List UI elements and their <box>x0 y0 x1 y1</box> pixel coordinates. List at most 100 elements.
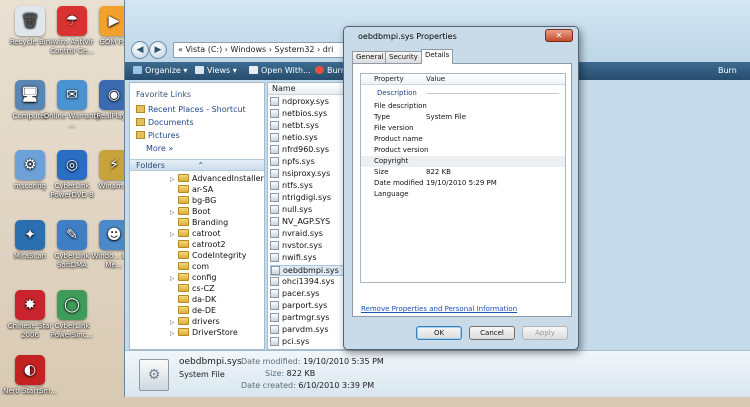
file-item[interactable]: ntrigdigi.sys <box>270 193 350 204</box>
folder-item[interactable]: de-DE <box>170 306 216 317</box>
computer-icon: 🖥 <box>15 80 45 110</box>
remove-properties-link[interactable]: Remove Properties and Personal Informati… <box>361 305 517 313</box>
tab-security[interactable]: Security <box>385 51 422 63</box>
file-item[interactable]: parport.sys <box>270 301 350 312</box>
organize-button[interactable]: Organize ▾ <box>133 66 187 75</box>
folder-icon <box>136 105 145 113</box>
file-item[interactable]: ntfs.sys <box>270 181 350 192</box>
column-header-property[interactable]: Property <box>374 74 404 84</box>
fav-link-pictures[interactable]: Pictures <box>136 131 180 140</box>
file-item[interactable]: pci.sys <box>270 337 350 348</box>
details-size-value: 822 KB <box>286 369 316 378</box>
folder-icon <box>178 185 189 193</box>
system-file-icon <box>270 157 279 166</box>
folder-item[interactable]: ▷ AdvancedInstallers <box>170 174 264 185</box>
property-row[interactable]: Language <box>361 189 565 200</box>
folder-item[interactable]: Branding <box>170 218 228 229</box>
details-size-label: Size: <box>265 369 285 378</box>
file-item[interactable]: pacer.sys <box>270 289 350 300</box>
folder-item[interactable]: bg-BG <box>170 196 216 207</box>
property-row-highlighted[interactable]: Copyright <box>361 156 565 167</box>
file-item[interactable]: netbt.sys <box>270 121 350 132</box>
desktop-icon-nero[interactable]: ◐ Nero StartSm... <box>0 355 60 396</box>
file-item[interactable]: ohci1394.sys <box>270 277 350 288</box>
column-header-value[interactable]: Value <box>426 74 445 84</box>
file-item[interactable]: ndproxy.sys <box>270 97 350 108</box>
fav-link-documents[interactable]: Documents <box>136 118 194 127</box>
folder-item[interactable]: da-DK <box>170 295 216 306</box>
file-item[interactable]: nwifi.sys <box>270 253 350 264</box>
file-item[interactable]: nsiproxy.sys <box>270 169 350 180</box>
expand-arrow-icon: ▷ <box>170 319 175 326</box>
details-created-label: Date created: <box>241 381 296 390</box>
file-item[interactable]: NV_AGP.SYS <box>270 217 350 228</box>
folder-icon <box>178 218 189 226</box>
file-item[interactable]: null.sys <box>270 205 350 216</box>
back-button[interactable]: ◀ <box>131 41 149 59</box>
file-list-pane: Name ndproxy.sys netbios.sys netbt.sys n… <box>267 82 351 350</box>
folder-icon <box>178 251 189 259</box>
column-header-name[interactable]: Name <box>268 83 350 95</box>
burn-button[interactable]: Burn <box>315 66 346 75</box>
star-icon: ✸ <box>15 290 45 320</box>
tab-general[interactable]: General <box>352 51 388 63</box>
file-item[interactable]: npfs.sys <box>270 157 350 168</box>
file-item[interactable]: nvraid.sys <box>270 229 350 240</box>
property-row[interactable]: File description <box>361 101 565 112</box>
close-icon: ✕ <box>555 31 563 40</box>
views-button[interactable]: Views ▾ <box>195 66 237 75</box>
property-row[interactable]: Product name <box>361 134 565 145</box>
system-file-icon <box>270 109 279 118</box>
dialog-title: oebdbmpi.sys Properties <box>358 32 457 41</box>
file-label: nsiproxy.sys <box>282 169 331 178</box>
folder-item[interactable]: com <box>170 262 209 273</box>
folders-header[interactable]: Folders ⌃ <box>130 159 264 171</box>
folder-label: cs-CZ <box>192 284 215 293</box>
apply-button[interactable]: Apply <box>522 326 568 340</box>
property-name: File description <box>374 102 427 110</box>
folder-item[interactable]: CodeIntegrity <box>170 251 246 262</box>
details-pane: ⚙ oebdbmpi.sys System File Date modified… <box>125 350 750 397</box>
open-with-button[interactable]: Open With... <box>249 66 311 75</box>
property-row[interactable]: Product version <box>361 145 565 156</box>
forward-button[interactable]: ▶ <box>149 41 167 59</box>
folder-item[interactable]: cs-CZ <box>170 284 215 295</box>
cancel-button[interactable]: Cancel <box>469 326 515 340</box>
file-item[interactable]: netio.sys <box>270 133 350 144</box>
system-file-icon <box>270 181 279 190</box>
close-button[interactable]: ✕ <box>545 29 573 42</box>
details-modified-value: 19/10/2010 5:35 PM <box>302 357 384 366</box>
folder-item[interactable]: ar-SA <box>170 185 213 196</box>
system-file-icon <box>270 121 279 130</box>
file-item[interactable]: parvdm.sys <box>270 325 350 336</box>
fav-link-recent-places[interactable]: Recent Places - Shortcut <box>136 105 246 114</box>
property-row[interactable]: Date modified 19/10/2010 5:29 PM <box>361 178 565 189</box>
folder-item[interactable]: ▷ drivers <box>170 317 220 328</box>
folder-item[interactable]: ▷ Boot <box>170 207 210 218</box>
fav-link-more[interactable]: More » <box>146 144 173 153</box>
file-item[interactable]: nvstor.sys <box>270 241 350 252</box>
tab-details[interactable]: Details <box>421 49 454 64</box>
desktop-icon-powersinc[interactable]: ◯ CyberLink PowerSinc... <box>42 290 102 340</box>
file-item[interactable]: netbios.sys <box>270 109 350 120</box>
folder-item[interactable]: ▷ DriverStore <box>170 328 238 339</box>
file-label: oebdbmpi.sys <box>283 266 339 275</box>
address-field[interactable]: « Vista (C:) › Windows › System32 › dri <box>173 42 353 58</box>
file-item-selected[interactable]: oebdbmpi.sys <box>270 265 350 276</box>
property-row[interactable]: Type System File <box>361 112 565 123</box>
ok-button[interactable]: OK <box>416 326 462 340</box>
folder-item[interactable]: catroot2 <box>170 240 226 251</box>
system-file-icon <box>270 241 279 250</box>
burn-icon <box>315 66 324 74</box>
property-row[interactable]: Size 822 KB <box>361 167 565 178</box>
file-item[interactable]: partmgr.sys <box>270 313 350 324</box>
folder-item[interactable]: ▷ catroot <box>170 229 220 240</box>
file-label: nvstor.sys <box>282 241 323 250</box>
system-file-icon <box>270 145 279 154</box>
property-row[interactable]: File version <box>361 123 565 134</box>
file-item[interactable]: nfrd960.sys <box>270 145 350 156</box>
burn-button-right[interactable]: Burn <box>718 66 737 75</box>
folder-label: config <box>192 273 217 282</box>
folder-item[interactable]: ▷ config <box>170 273 216 284</box>
folder-label: com <box>192 262 210 271</box>
